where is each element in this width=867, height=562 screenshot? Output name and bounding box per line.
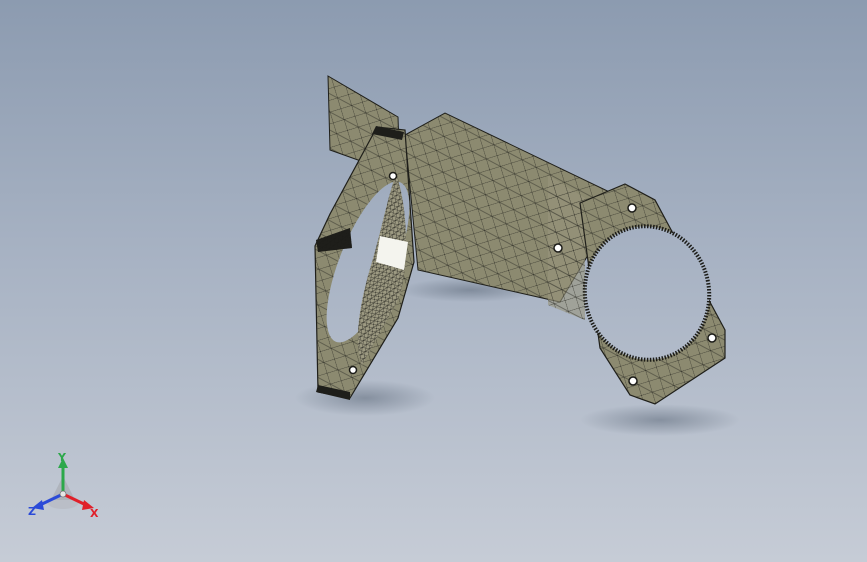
z-axis-label: Z bbox=[28, 505, 36, 518]
y-axis-label: Y bbox=[58, 451, 66, 464]
bracket-model[interactable] bbox=[0, 0, 867, 562]
x-axis-label: X bbox=[90, 507, 99, 520]
model-shadow-right bbox=[580, 404, 740, 436]
right-flange[interactable] bbox=[579, 183, 726, 405]
model-shadow-left bbox=[295, 380, 435, 416]
coordinate-triad[interactable]: Y X Z bbox=[22, 446, 106, 526]
graphics-viewport[interactable]: Y X Z bbox=[0, 0, 867, 562]
